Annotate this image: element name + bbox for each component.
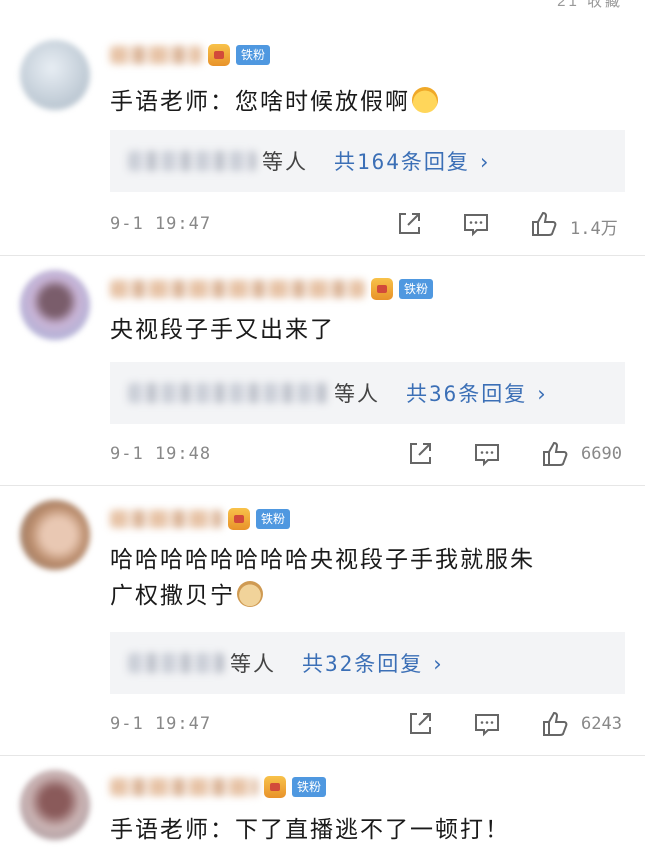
comment-meta: 9-1 19:47 1.4万: [0, 210, 645, 240]
comment-meta: 9-1 19:47 6243: [0, 710, 645, 740]
comment-text: 央视段子手又出来了: [110, 317, 335, 343]
laugh-emoji-icon: [412, 87, 438, 113]
reply-users-blurred: [128, 151, 256, 171]
comment-icon[interactable]: [473, 440, 501, 468]
view-replies-link[interactable]: 共164条回复 ›: [334, 146, 490, 176]
avatar[interactable]: [20, 770, 90, 840]
chevron-right-icon: ›: [433, 652, 444, 676]
like-count: 6690: [581, 444, 622, 464]
crown-icon: [371, 278, 393, 300]
reply-suffix: 等人: [262, 150, 308, 174]
avatar[interactable]: [20, 270, 90, 340]
like-icon[interactable]: [530, 210, 558, 238]
username-row[interactable]: 铁粉: [110, 774, 327, 800]
comment-text: 手语老师：下了直播逃不了一顿打！: [110, 817, 510, 843]
divider: [0, 755, 645, 756]
divider: [0, 255, 645, 256]
reply-users-blurred: [128, 653, 224, 673]
comment-icon[interactable]: [473, 710, 501, 738]
divider: [0, 485, 645, 486]
avatar[interactable]: [20, 40, 90, 110]
crown-icon: [264, 776, 286, 798]
share-icon[interactable]: [406, 710, 434, 738]
comment-icon[interactable]: [462, 210, 490, 238]
reply-summary[interactable]: 等人 共164条回复 ›: [110, 130, 625, 192]
previous-post-footer: 21 收藏: [0, 0, 645, 14]
fan-badge: 铁粉: [256, 509, 291, 529]
username-row[interactable]: 铁粉: [110, 276, 434, 302]
view-replies-link[interactable]: 共36条回复 ›: [406, 378, 548, 408]
username-blurred[interactable]: [110, 280, 365, 298]
share-icon[interactable]: [406, 440, 434, 468]
chevron-right-icon: ›: [537, 382, 548, 406]
like-icon[interactable]: [541, 440, 569, 468]
reply-summary[interactable]: 等人 共36条回复 ›: [110, 362, 625, 424]
username-row[interactable]: 铁粉: [110, 506, 291, 532]
reply-summary[interactable]: 等人 共32条回复 ›: [110, 632, 625, 694]
like-icon[interactable]: [541, 710, 569, 738]
reply-suffix: 等人: [230, 652, 276, 676]
view-replies-label: 共32条回复: [302, 652, 424, 676]
username-row[interactable]: 铁粉: [110, 42, 271, 68]
doge-emoji-icon: [237, 581, 263, 607]
view-replies-label: 共36条回复: [406, 382, 528, 406]
comment-text-line-2: 广权撒贝宁: [110, 578, 620, 614]
fan-badge: 铁粉: [236, 45, 271, 65]
username-blurred[interactable]: [110, 778, 258, 796]
fan-badge: 铁粉: [292, 777, 327, 797]
crown-icon: [228, 508, 250, 530]
crown-icon: [208, 44, 230, 66]
comment-text-line: 哈哈哈哈哈哈哈哈央视段子手我就服朱: [110, 547, 535, 573]
comment-text-content: 广权撒贝宁: [110, 583, 235, 609]
chevron-right-icon: ›: [479, 150, 491, 174]
previous-post-stat: 21 收藏: [557, 0, 623, 10]
like-count: 1.4万: [570, 219, 618, 239]
comment-text: 手语老师：您啥时候放假啊: [110, 84, 620, 120]
username-blurred[interactable]: [110, 46, 202, 64]
view-replies-link[interactable]: 共32条回复 ›: [302, 648, 444, 678]
comment-meta: 9-1 19:48 6690: [0, 440, 645, 470]
username-blurred[interactable]: [110, 510, 222, 528]
timestamp: 9-1 19:48: [110, 444, 212, 464]
view-replies-label: 共164条回复: [334, 150, 470, 174]
comment-text: 哈哈哈哈哈哈哈哈央视段子手我就服朱 广权撒贝宁: [110, 542, 620, 614]
fan-badge: 铁粉: [399, 279, 434, 299]
timestamp: 9-1 19:47: [110, 714, 212, 734]
timestamp: 9-1 19:47: [110, 214, 212, 234]
share-icon[interactable]: [395, 210, 423, 238]
like-count: 6243: [581, 714, 622, 734]
reply-suffix: 等人: [334, 382, 380, 406]
comment-text-content: 手语老师：您啥时候放假啊: [110, 89, 410, 115]
reply-users-blurred: [128, 383, 328, 403]
avatar[interactable]: [20, 500, 90, 570]
